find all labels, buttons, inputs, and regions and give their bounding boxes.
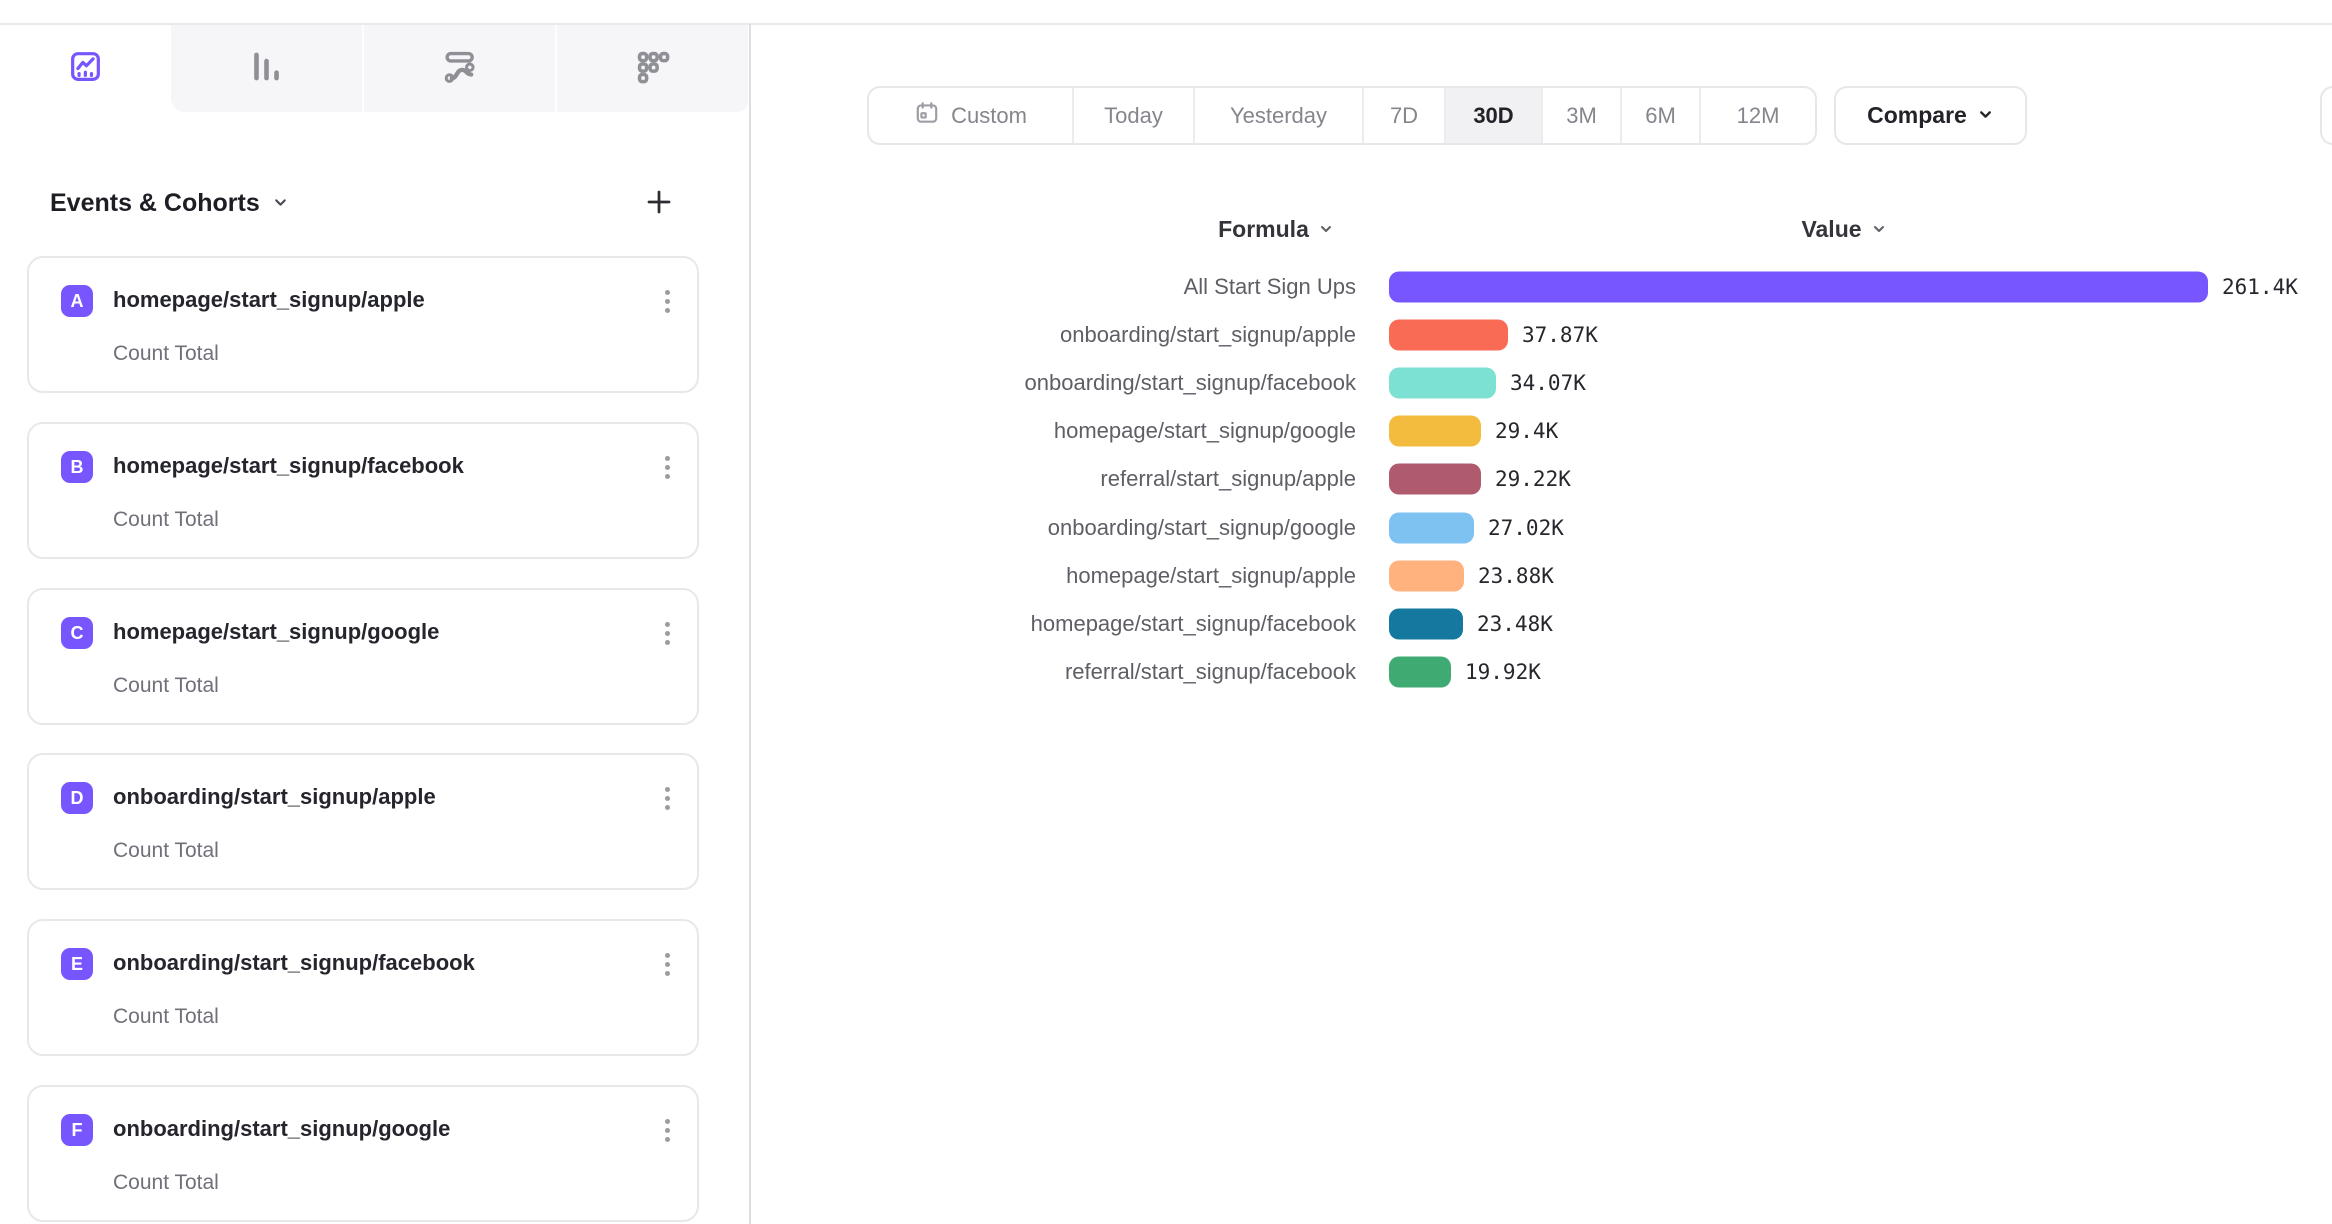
event-card[interactable]: Donboarding/start_signup/apple Count Tota… — [27, 753, 699, 890]
series-letter-badge: F — [61, 1114, 93, 1146]
chart-row: All Start Sign Ups 261.4K — [0, 263, 2332, 311]
date-range-label: Custom — [951, 103, 1027, 129]
chevron-down-icon — [1318, 216, 1334, 243]
chart-row: onboarding/start_signup/apple 37.87K — [0, 311, 2332, 359]
tab-bar-report[interactable] — [171, 25, 362, 112]
bar-value: 34.07K — [1510, 371, 1586, 395]
chart-row: referral/start_signup/apple 29.22K — [0, 455, 2332, 503]
date-range-label: 30D — [1473, 103, 1513, 129]
partial-button-right-edge[interactable] — [2320, 86, 2332, 145]
bar[interactable] — [1389, 272, 2208, 303]
bar[interactable] — [1389, 368, 1496, 399]
value-header-label: Value — [1801, 216, 1861, 243]
event-metric[interactable]: Count Total — [113, 1005, 219, 1029]
date-range-label: 3M — [1566, 103, 1597, 129]
event-name: onboarding/start_signup/facebook — [113, 950, 475, 976]
plus-icon — [644, 187, 674, 220]
kebab-menu-icon[interactable] — [655, 781, 679, 815]
chevron-down-icon — [1871, 216, 1887, 243]
event-metric[interactable]: Count Total — [113, 839, 219, 863]
bar-value: 37.87K — [1522, 323, 1598, 347]
chart-row: homepage/start_signup/apple 23.88K — [0, 552, 2332, 600]
bar-value: 29.4K — [1495, 419, 1558, 443]
bar[interactable] — [1389, 464, 1481, 495]
bar[interactable] — [1389, 656, 1451, 687]
date-range-12m[interactable]: 12M — [1701, 88, 1815, 143]
row-label: All Start Sign Ups — [800, 274, 1356, 300]
date-range-label: Yesterday — [1230, 103, 1327, 129]
date-range-label: 6M — [1645, 103, 1676, 129]
row-label: referral/start_signup/apple — [800, 466, 1356, 492]
tab-flows[interactable] — [362, 25, 555, 112]
series-letter-badge: D — [61, 782, 93, 814]
row-label: referral/start_signup/facebook — [800, 659, 1356, 685]
bar-value: 23.48K — [1477, 612, 1553, 636]
bar[interactable] — [1389, 416, 1481, 447]
chart-row: homepage/start_signup/google 29.4K — [0, 407, 2332, 455]
add-event-button[interactable] — [642, 186, 676, 220]
tab-insights[interactable] — [0, 25, 171, 112]
date-range-custom[interactable]: Custom — [869, 88, 1074, 143]
chevron-down-icon — [1977, 102, 1994, 129]
row-label: onboarding/start_signup/apple — [800, 322, 1356, 348]
event-metric[interactable]: Count Total — [113, 1171, 219, 1195]
chart-row: homepage/start_signup/facebook 23.48K — [0, 600, 2332, 648]
events-cohorts-title: Events & Cohorts — [50, 189, 260, 218]
date-range-30d[interactable]: 30D — [1446, 88, 1543, 143]
calendar-icon — [914, 100, 940, 132]
line-chart-icon — [68, 49, 103, 89]
chevron-down-icon — [272, 189, 289, 218]
formula-column-header[interactable]: Formula — [1170, 212, 1382, 246]
date-range-label: Today — [1104, 103, 1163, 129]
row-label: onboarding/start_signup/google — [800, 515, 1356, 541]
chart-row: referral/start_signup/facebook 19.92K — [0, 648, 2332, 696]
row-label: homepage/start_signup/apple — [800, 563, 1356, 589]
chart-row: onboarding/start_signup/google 27.02K — [0, 504, 2332, 552]
date-range-6m[interactable]: 6M — [1622, 88, 1701, 143]
bar[interactable] — [1389, 608, 1463, 639]
event-card[interactable]: Fonboarding/start_signup/google Count Tot… — [27, 1085, 699, 1222]
bar-value: 29.22K — [1495, 467, 1571, 491]
flows-icon — [441, 48, 478, 90]
date-range-3m[interactable]: 3M — [1543, 88, 1622, 143]
bar[interactable] — [1389, 512, 1474, 543]
date-range-7d[interactable]: 7D — [1364, 88, 1446, 143]
retention-dots-icon — [634, 48, 671, 90]
date-range-control: Custom Today Yesterday 7D 30D 3M 6M 12M — [867, 86, 1817, 145]
bar-value: 261.4K — [2222, 275, 2298, 299]
row-label: homepage/start_signup/google — [800, 418, 1356, 444]
date-range-label: 7D — [1390, 103, 1418, 129]
events-cohorts-header[interactable]: Events & Cohorts — [50, 184, 289, 222]
row-label: onboarding/start_signup/facebook — [800, 370, 1356, 396]
bar-value: 27.02K — [1488, 516, 1564, 540]
bar-chart-icon — [248, 48, 285, 90]
tab-retention[interactable] — [555, 25, 748, 112]
kebab-menu-icon[interactable] — [655, 1113, 679, 1147]
date-range-today[interactable]: Today — [1074, 88, 1195, 143]
event-card[interactable]: Eonboarding/start_signup/facebook Count T… — [27, 919, 699, 1056]
bar[interactable] — [1389, 320, 1508, 351]
date-range-yesterday[interactable]: Yesterday — [1195, 88, 1364, 143]
chart-row: onboarding/start_signup/facebook 34.07K — [0, 359, 2332, 407]
compare-button[interactable]: Compare — [1834, 86, 2027, 145]
date-range-label: 12M — [1737, 103, 1780, 129]
compare-label: Compare — [1867, 102, 1967, 129]
event-name: onboarding/start_signup/apple — [113, 784, 436, 810]
bar[interactable] — [1389, 560, 1464, 591]
bar-value: 19.92K — [1465, 660, 1541, 684]
row-label: homepage/start_signup/facebook — [800, 611, 1356, 637]
chart-type-tabs — [0, 25, 748, 112]
series-letter-badge: E — [61, 948, 93, 980]
formula-header-label: Formula — [1218, 216, 1309, 243]
kebab-menu-icon[interactable] — [655, 947, 679, 981]
value-column-header[interactable]: Value — [1738, 212, 1950, 246]
bar-value: 23.88K — [1478, 564, 1554, 588]
event-name: onboarding/start_signup/google — [113, 1116, 450, 1142]
